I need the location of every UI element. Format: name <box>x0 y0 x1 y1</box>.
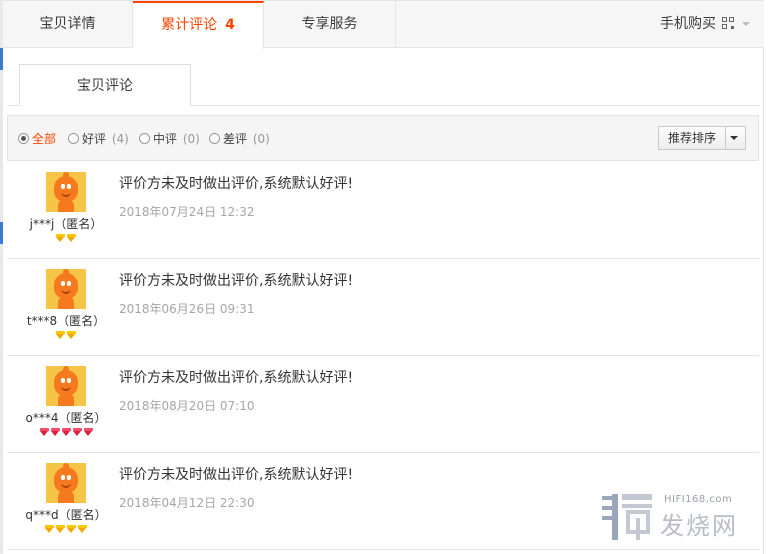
review-date: 2018年08月20日 07:10 <box>119 399 255 413</box>
credit-gem-icon <box>50 428 60 436</box>
review-filter-bar: 全部 好评 (4) 中评 (0) 差评 (0) 推荐排序 <box>7 115 759 161</box>
watermark-name: 发烧网 <box>660 512 738 540</box>
filter-label: 全部 <box>32 132 57 146</box>
review-date: 2018年04月12日 22:30 <box>119 496 255 510</box>
credit-gem-icon <box>67 234 76 242</box>
review-text: 评价方未及时做出评价,系统默认好评! <box>119 273 354 289</box>
watermark-site: HIFI168.com <box>664 494 733 505</box>
filter-count: (0) <box>252 132 270 146</box>
review-subtab-bar: 宝贝评论 <box>7 64 759 106</box>
credit-gem-icon <box>78 525 87 533</box>
chevron-down-icon <box>742 22 750 26</box>
tab-exclusive-services[interactable]: 专享服务 <box>264 1 396 48</box>
credit-rank <box>7 234 125 246</box>
credit-gem-icon <box>72 428 82 436</box>
subtab-item-reviews[interactable]: 宝贝评论 <box>19 64 191 106</box>
filter-positive[interactable]: 好评 (4) <box>68 130 129 148</box>
reviewer-name: o***4（匿名） <box>25 411 107 425</box>
filter-count: (4) <box>111 132 129 146</box>
credit-gem-icon <box>83 428 93 436</box>
review-count-badge: 4 <box>225 17 235 33</box>
filter-negative[interactable]: 差评 (0) <box>209 130 270 148</box>
credit-rank <box>7 331 125 343</box>
subtab-label: 宝贝评论 <box>77 78 133 94</box>
filter-neutral[interactable]: 中评 (0) <box>139 130 200 148</box>
avatar[interactable] <box>46 366 86 406</box>
review-item: j***j（匿名） 评价方未及时做出评价,系统默认好评! 2018年07月24日 1… <box>7 162 759 259</box>
radio-icon <box>18 133 29 144</box>
filter-label: 差评 <box>223 132 248 146</box>
review-date: 2018年06月26日 09:31 <box>119 302 255 316</box>
reviewer-info: o***4（匿名） <box>7 366 125 440</box>
tab-item-details[interactable]: 宝贝详情 <box>3 1 133 48</box>
reviewer-name: j***j（匿名） <box>29 217 103 231</box>
tab-label: 专享服务 <box>301 16 358 32</box>
filter-all[interactable]: 全部 <box>18 130 56 148</box>
credit-gem-icon <box>39 428 49 436</box>
review-item: o***4（匿名） 评价方未及时做出评价,系统默认好评! 2018年08月20日 0… <box>7 356 759 453</box>
site-logo-icon <box>602 494 652 540</box>
reviewer-name: q***d（匿名） <box>25 508 107 522</box>
reviewer-info: q***d（匿名） <box>7 463 125 537</box>
filter-label: 好评 <box>82 132 107 146</box>
review-text: 评价方未及时做出评价,系统默认好评! <box>119 176 354 192</box>
review-panel: 宝贝评论 全部 好评 (4) 中评 (0) 差评 (0) 推荐排序 j***j（… <box>3 48 764 554</box>
review-item: t***8（匿名） 评价方未及时做出评价,系统默认好评! 2018年06月26日 0… <box>7 259 759 356</box>
qr-code-icon <box>722 17 734 29</box>
review-text: 评价方未及时做出评价,系统默认好评! <box>119 370 354 386</box>
radio-icon <box>68 133 79 144</box>
radio-icon <box>139 133 150 144</box>
review-date: 2018年07月24日 12:32 <box>119 205 255 219</box>
filter-count: (0) <box>182 132 200 146</box>
credit-gem-icon <box>45 525 54 533</box>
tab-label: 宝贝详情 <box>39 16 96 32</box>
reviewer-name: t***8（匿名） <box>26 314 106 328</box>
radio-icon <box>209 133 220 144</box>
caret-down-icon <box>730 136 738 140</box>
avatar[interactable] <box>46 463 86 503</box>
tab-label: 累计评论 <box>161 17 218 33</box>
credit-gem-icon <box>67 525 76 533</box>
sort-dropdown[interactable]: 推荐排序 <box>658 126 746 150</box>
detail-tab-bar: 宝贝详情 累计评论 4 专享服务 手机购买 <box>3 0 764 49</box>
avatar[interactable] <box>46 269 86 309</box>
reviewer-info: j***j（匿名） <box>7 172 125 246</box>
review-text: 评价方未及时做出评价,系统默认好评! <box>119 467 354 483</box>
credit-gem-icon <box>56 234 65 242</box>
mobile-purchase-button[interactable]: 手机购买 <box>660 1 750 48</box>
credit-gem-icon <box>56 331 65 339</box>
reviewer-info: t***8（匿名） <box>7 269 125 343</box>
credit-gem-icon <box>56 525 65 533</box>
mobile-purchase-label: 手机购买 <box>660 16 716 32</box>
credit-gem-icon <box>61 428 71 436</box>
filter-label: 中评 <box>153 132 178 146</box>
credit-rank <box>7 428 125 440</box>
tab-reviews[interactable]: 累计评论 4 <box>133 1 264 49</box>
sort-label: 推荐排序 <box>659 127 726 149</box>
watermark: HIFI168.com 发烧网 <box>600 488 750 544</box>
credit-gem-icon <box>67 331 76 339</box>
credit-rank <box>7 525 125 537</box>
avatar[interactable] <box>46 172 86 212</box>
